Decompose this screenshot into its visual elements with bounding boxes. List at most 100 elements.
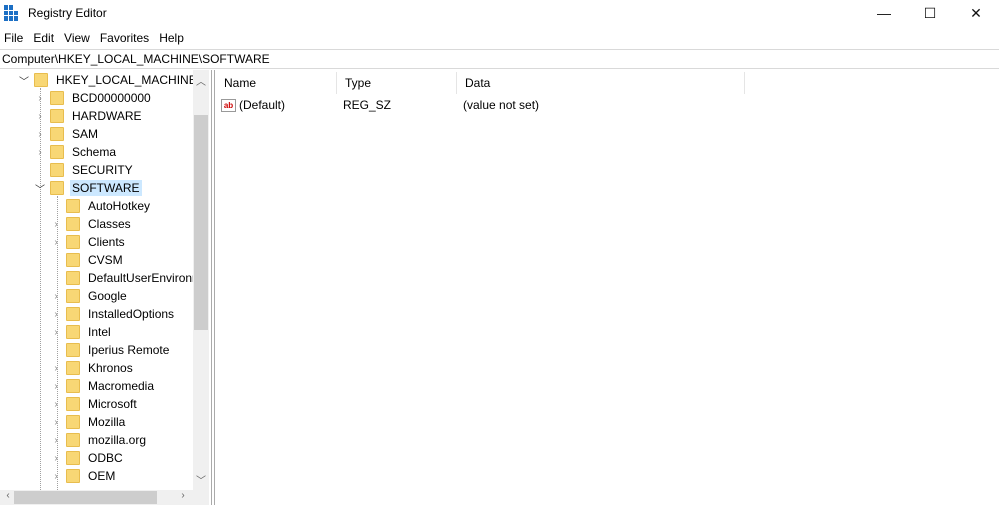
chevron-right-icon[interactable]: › — [50, 399, 62, 410]
tree-item-label: Clients — [88, 235, 125, 249]
tree-item-label: DefaultUserEnvironment — [88, 271, 209, 285]
folder-icon — [66, 469, 80, 483]
tree-item-label: OEM — [88, 469, 116, 483]
tree-item[interactable]: Iperius Remote — [50, 341, 171, 359]
folder-icon — [50, 91, 64, 105]
tree-item[interactable]: › ODBC — [50, 449, 125, 467]
tree-item[interactable]: › mozilla.org — [50, 431, 148, 449]
tree-item-label: InstalledOptions — [88, 307, 175, 321]
tree-item[interactable]: ﹀ HKEY_LOCAL_MACHINE — [18, 71, 199, 89]
scroll-thumb[interactable] — [194, 115, 208, 330]
value-data: (value not set) — [463, 98, 540, 112]
chevron-right-icon[interactable]: › — [50, 435, 62, 446]
registry-editor-icon — [4, 5, 20, 21]
title-bar: Registry Editor — ☐ ✕ — [0, 0, 999, 26]
scroll-up-icon[interactable]: ︿ — [193, 73, 209, 88]
tree-item-label: CVSM — [88, 253, 123, 267]
close-button[interactable]: ✕ — [953, 0, 999, 26]
chevron-right-icon[interactable]: › — [50, 381, 62, 392]
tree-item[interactable]: AutoHotkey — [50, 197, 152, 215]
folder-icon — [66, 397, 80, 411]
folder-icon — [66, 307, 80, 321]
folder-icon — [50, 163, 64, 177]
tree-item-label: Microsoft — [88, 397, 137, 411]
chevron-right-icon[interactable]: › — [34, 111, 46, 122]
tree-item[interactable]: › InstalledOptions — [50, 305, 176, 323]
tree-item-label: Khronos — [88, 361, 133, 375]
chevron-right-icon[interactable]: › — [50, 237, 62, 248]
folder-icon — [66, 343, 80, 357]
column-header-name[interactable]: Name — [216, 72, 337, 94]
tree-vertical-scrollbar[interactable]: ︿ ﹀ — [193, 70, 209, 490]
tree-item-label: SECURITY — [72, 163, 133, 177]
tree-horizontal-scrollbar[interactable]: ‹ › — [0, 490, 193, 505]
menu-edit[interactable]: Edit — [29, 31, 60, 45]
tree-item[interactable]: ﹀ SOFTWARE — [34, 179, 142, 197]
tree-item-label: Google — [88, 289, 127, 303]
chevron-down-icon[interactable]: ﹀ — [34, 181, 46, 196]
tree-item[interactable]: › BCD00000000 — [34, 89, 153, 107]
tree-item[interactable]: › Microsoft — [50, 395, 139, 413]
chevron-right-icon[interactable]: › — [50, 471, 62, 482]
pane-splitter[interactable] — [211, 70, 215, 505]
tree-item-label: mozilla.org — [88, 433, 147, 447]
maximize-button[interactable]: ☐ — [907, 0, 953, 26]
menu-file[interactable]: File — [0, 31, 29, 45]
tree-item[interactable]: › Khronos — [50, 359, 135, 377]
column-header-data[interactable]: Data — [457, 72, 745, 94]
chevron-right-icon[interactable]: › — [50, 291, 62, 302]
folder-icon — [66, 271, 80, 285]
chevron-right-icon[interactable]: › — [50, 363, 62, 374]
tree-item[interactable]: › HARDWARE — [34, 107, 144, 125]
chevron-right-icon[interactable]: › — [50, 219, 62, 230]
chevron-right-icon[interactable]: › — [34, 129, 46, 140]
tree-item[interactable]: SECURITY — [34, 161, 135, 179]
tree-item[interactable]: › OEM — [50, 467, 117, 485]
menu-favorites[interactable]: Favorites — [96, 31, 155, 45]
folder-icon — [66, 361, 80, 375]
tree-item[interactable]: › Macromedia — [50, 377, 156, 395]
menu-help[interactable]: Help — [155, 31, 190, 45]
folder-icon — [50, 109, 64, 123]
folder-icon — [66, 253, 80, 267]
tree-item[interactable]: › Mozilla — [50, 413, 127, 431]
tree-item-label: Schema — [72, 145, 117, 159]
folder-icon — [66, 217, 80, 231]
key-tree: ﹀ HKEY_LOCAL_MACHINE › BCD00000000 › HARDWARE… — [0, 70, 209, 490]
string-value-icon: ab — [221, 99, 236, 113]
address-bar[interactable]: Computer\HKEY_LOCAL_MACHINE\SOFTWARE — [0, 49, 999, 69]
folder-icon — [50, 127, 64, 141]
tree-item[interactable]: › SAM — [34, 125, 100, 143]
scroll-thumb[interactable] — [14, 491, 157, 504]
chevron-right-icon[interactable]: › — [34, 93, 46, 104]
tree-item-label: Mozilla — [88, 415, 126, 429]
column-header-type[interactable]: Type — [337, 72, 457, 94]
minimize-button[interactable]: — — [861, 0, 907, 26]
chevron-right-icon[interactable]: › — [50, 417, 62, 428]
scroll-right-icon[interactable]: › — [175, 490, 191, 501]
scroll-down-icon[interactable]: ﹀ — [193, 472, 209, 487]
tree-item-label: SOFTWARE — [70, 180, 142, 196]
tree-item[interactable]: › Google — [50, 287, 129, 305]
folder-icon — [66, 199, 80, 213]
values-list: Name Type Data ab (Default) REG_SZ (value… — [216, 70, 999, 505]
tree-item[interactable]: › Intel — [50, 323, 113, 341]
tree-item[interactable]: › Classes — [50, 215, 133, 233]
tree-item-label: HKEY_LOCAL_MACHINE — [56, 73, 197, 87]
folder-icon — [66, 379, 80, 393]
menu-bar: File Edit View Favorites Help — [0, 28, 190, 48]
tree-item-label: Classes — [88, 217, 131, 231]
tree-item-label: Macromedia — [88, 379, 155, 393]
chevron-down-icon[interactable]: ﹀ — [18, 73, 30, 88]
chevron-right-icon[interactable]: › — [50, 309, 62, 320]
menu-view[interactable]: View — [60, 31, 96, 45]
tree-item[interactable]: › Schema — [34, 143, 118, 161]
chevron-right-icon[interactable]: › — [50, 327, 62, 338]
folder-icon — [50, 145, 64, 159]
chevron-right-icon[interactable]: › — [34, 147, 46, 158]
tree-item[interactable]: › Clients — [50, 233, 127, 251]
tree-item[interactable]: DefaultUserEnvironment — [50, 269, 209, 287]
tree-item-label: AutoHotkey — [88, 199, 151, 213]
tree-item[interactable]: CVSM — [50, 251, 125, 269]
chevron-right-icon[interactable]: › — [50, 453, 62, 464]
